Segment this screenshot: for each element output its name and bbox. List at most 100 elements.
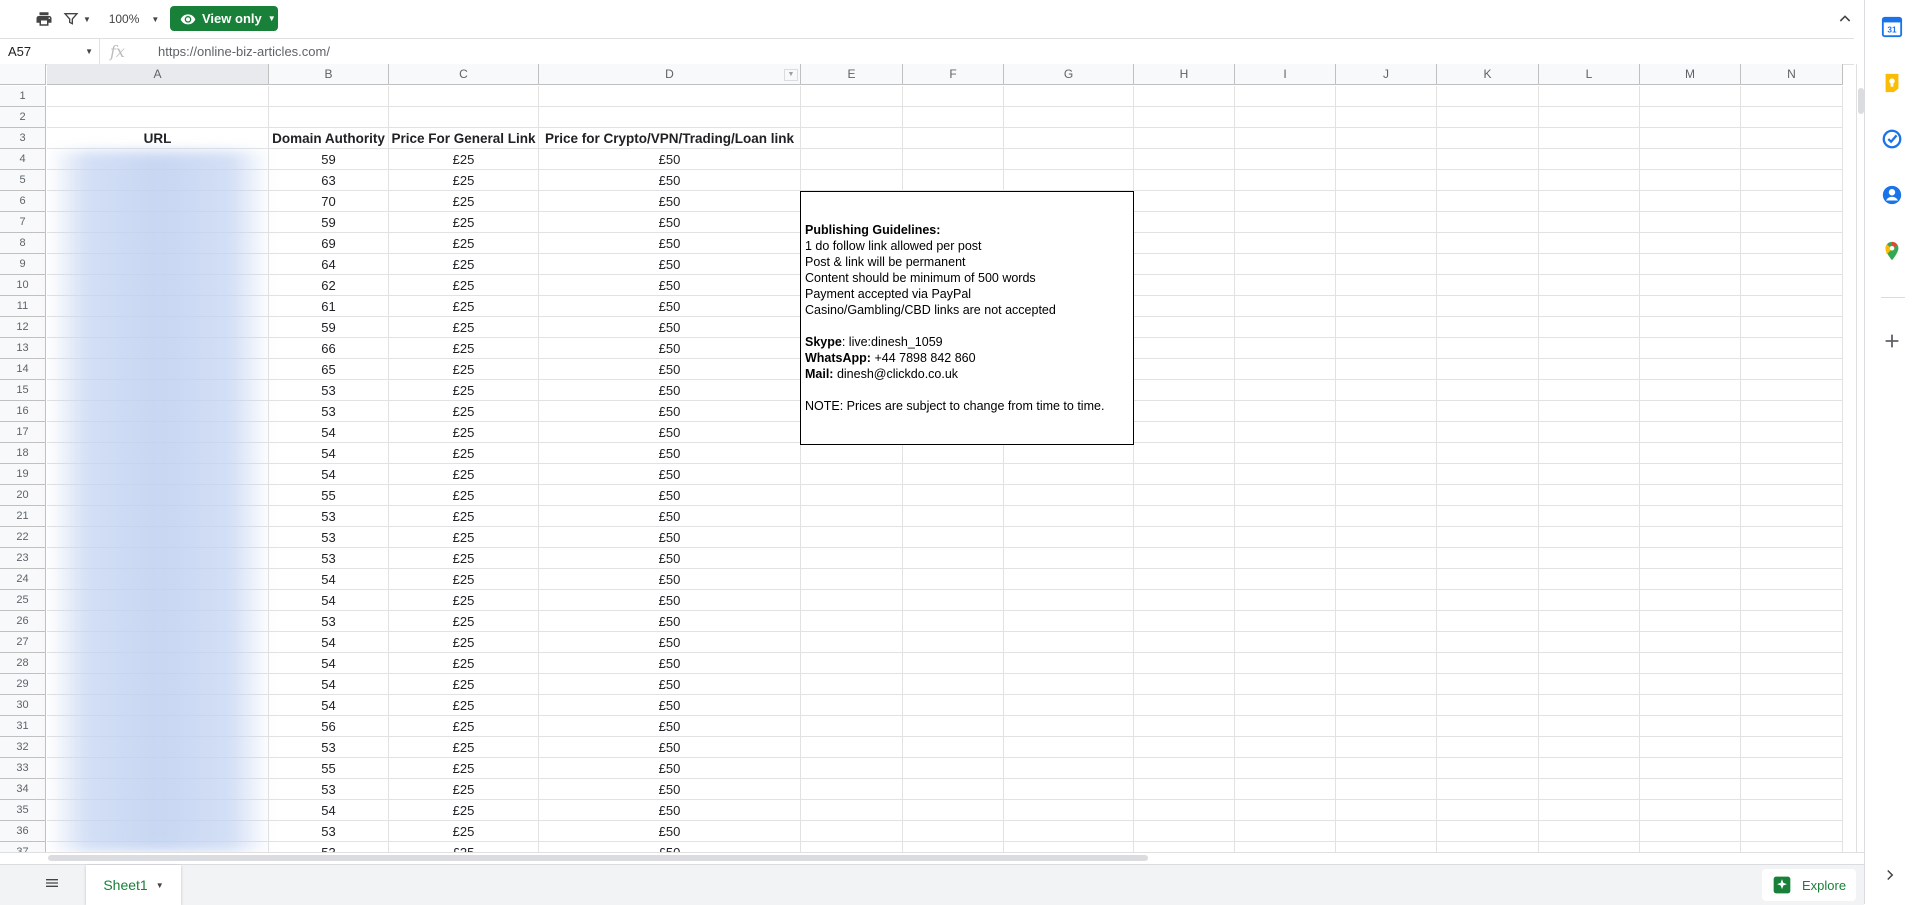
cell[interactable] — [1235, 506, 1336, 527]
cell[interactable]: 53 — [269, 506, 389, 527]
cell[interactable] — [1134, 548, 1235, 569]
cell[interactable] — [801, 569, 903, 590]
cell[interactable]: £25 — [389, 401, 539, 422]
cell[interactable]: 55 — [269, 485, 389, 506]
cell[interactable]: £25 — [389, 359, 539, 380]
table-header-cell[interactable]: Price For General Link — [389, 128, 539, 149]
cell[interactable] — [1640, 674, 1741, 695]
cell[interactable]: £25 — [389, 569, 539, 590]
cell[interactable] — [1741, 632, 1843, 653]
cell[interactable]: £25 — [389, 296, 539, 317]
cell[interactable] — [801, 443, 903, 464]
cell[interactable] — [1235, 737, 1336, 758]
cell[interactable] — [1235, 170, 1336, 191]
row-header[interactable]: 20 — [0, 485, 46, 506]
cell[interactable] — [1336, 422, 1437, 443]
cell[interactable] — [1134, 212, 1235, 233]
column-header-j[interactable]: J — [1336, 64, 1437, 85]
cell[interactable] — [1336, 212, 1437, 233]
cell[interactable] — [1437, 338, 1539, 359]
cell[interactable]: 70 — [269, 191, 389, 212]
cell[interactable] — [1437, 464, 1539, 485]
cell[interactable] — [1539, 590, 1640, 611]
cell[interactable] — [801, 758, 903, 779]
cell[interactable]: 54 — [269, 674, 389, 695]
cell[interactable]: £50 — [539, 191, 801, 212]
cell[interactable] — [1640, 359, 1741, 380]
cell[interactable] — [389, 86, 539, 107]
cell[interactable] — [1134, 170, 1235, 191]
cell[interactable] — [1741, 317, 1843, 338]
cell[interactable] — [1539, 191, 1640, 212]
table-header-cell[interactable]: URL — [47, 128, 269, 149]
cell[interactable] — [1741, 233, 1843, 254]
cell[interactable] — [1004, 716, 1134, 737]
cell[interactable] — [1134, 821, 1235, 842]
cell[interactable]: 63 — [269, 170, 389, 191]
cell[interactable] — [1134, 674, 1235, 695]
cell[interactable]: £50 — [539, 737, 801, 758]
cell[interactable] — [1235, 254, 1336, 275]
cell[interactable] — [1539, 275, 1640, 296]
cell[interactable] — [1004, 149, 1134, 170]
cell[interactable] — [1437, 317, 1539, 338]
cell[interactable]: £50 — [539, 632, 801, 653]
cell[interactable] — [1004, 779, 1134, 800]
cell[interactable] — [1437, 548, 1539, 569]
row-header[interactable]: 36 — [0, 821, 46, 842]
column-header-e[interactable]: E — [801, 64, 903, 85]
row-header[interactable]: 13 — [0, 338, 46, 359]
name-box[interactable]: A57 ▼ — [0, 39, 100, 64]
cell[interactable] — [1235, 107, 1336, 128]
cell[interactable] — [1741, 779, 1843, 800]
cell[interactable] — [1437, 107, 1539, 128]
cell[interactable]: 64 — [269, 254, 389, 275]
cell[interactable]: £25 — [389, 338, 539, 359]
cell[interactable] — [1235, 275, 1336, 296]
cell[interactable] — [1741, 695, 1843, 716]
cell[interactable] — [1134, 485, 1235, 506]
cell[interactable] — [1004, 611, 1134, 632]
cell[interactable] — [1235, 569, 1336, 590]
horizontal-scrollbar[interactable] — [0, 852, 1864, 864]
cell[interactable] — [1640, 800, 1741, 821]
cell[interactable] — [801, 590, 903, 611]
cell[interactable] — [1235, 611, 1336, 632]
cell[interactable] — [1235, 653, 1336, 674]
cell[interactable] — [1004, 800, 1134, 821]
cell[interactable] — [801, 716, 903, 737]
cell[interactable] — [269, 86, 389, 107]
cell[interactable] — [1437, 821, 1539, 842]
cell[interactable] — [1437, 149, 1539, 170]
cell[interactable] — [1004, 548, 1134, 569]
cell[interactable] — [1134, 464, 1235, 485]
cell[interactable] — [1640, 485, 1741, 506]
cell[interactable] — [1741, 569, 1843, 590]
cell[interactable] — [1640, 401, 1741, 422]
cell[interactable] — [539, 107, 801, 128]
cell[interactable] — [1741, 107, 1843, 128]
row-header[interactable]: 27 — [0, 632, 46, 653]
cell[interactable]: £25 — [389, 212, 539, 233]
cell[interactable] — [1741, 800, 1843, 821]
cell[interactable]: £25 — [389, 380, 539, 401]
cell[interactable] — [903, 128, 1004, 149]
cell[interactable] — [389, 107, 539, 128]
cell[interactable] — [1134, 233, 1235, 254]
cell[interactable] — [1539, 527, 1640, 548]
row-header[interactable]: 14 — [0, 359, 46, 380]
cell[interactable] — [1539, 107, 1640, 128]
cell[interactable]: 54 — [269, 632, 389, 653]
cell[interactable] — [1539, 422, 1640, 443]
cell[interactable] — [1336, 758, 1437, 779]
cell[interactable] — [801, 653, 903, 674]
maps-button[interactable] — [1881, 240, 1905, 264]
cell[interactable] — [1640, 233, 1741, 254]
cell[interactable]: £25 — [389, 443, 539, 464]
cell[interactable] — [1437, 212, 1539, 233]
row-header[interactable]: 8 — [0, 233, 46, 254]
row-header[interactable]: 1 — [0, 86, 46, 107]
cell[interactable] — [1437, 128, 1539, 149]
row-header[interactable]: 16 — [0, 401, 46, 422]
row-header[interactable]: 28 — [0, 653, 46, 674]
